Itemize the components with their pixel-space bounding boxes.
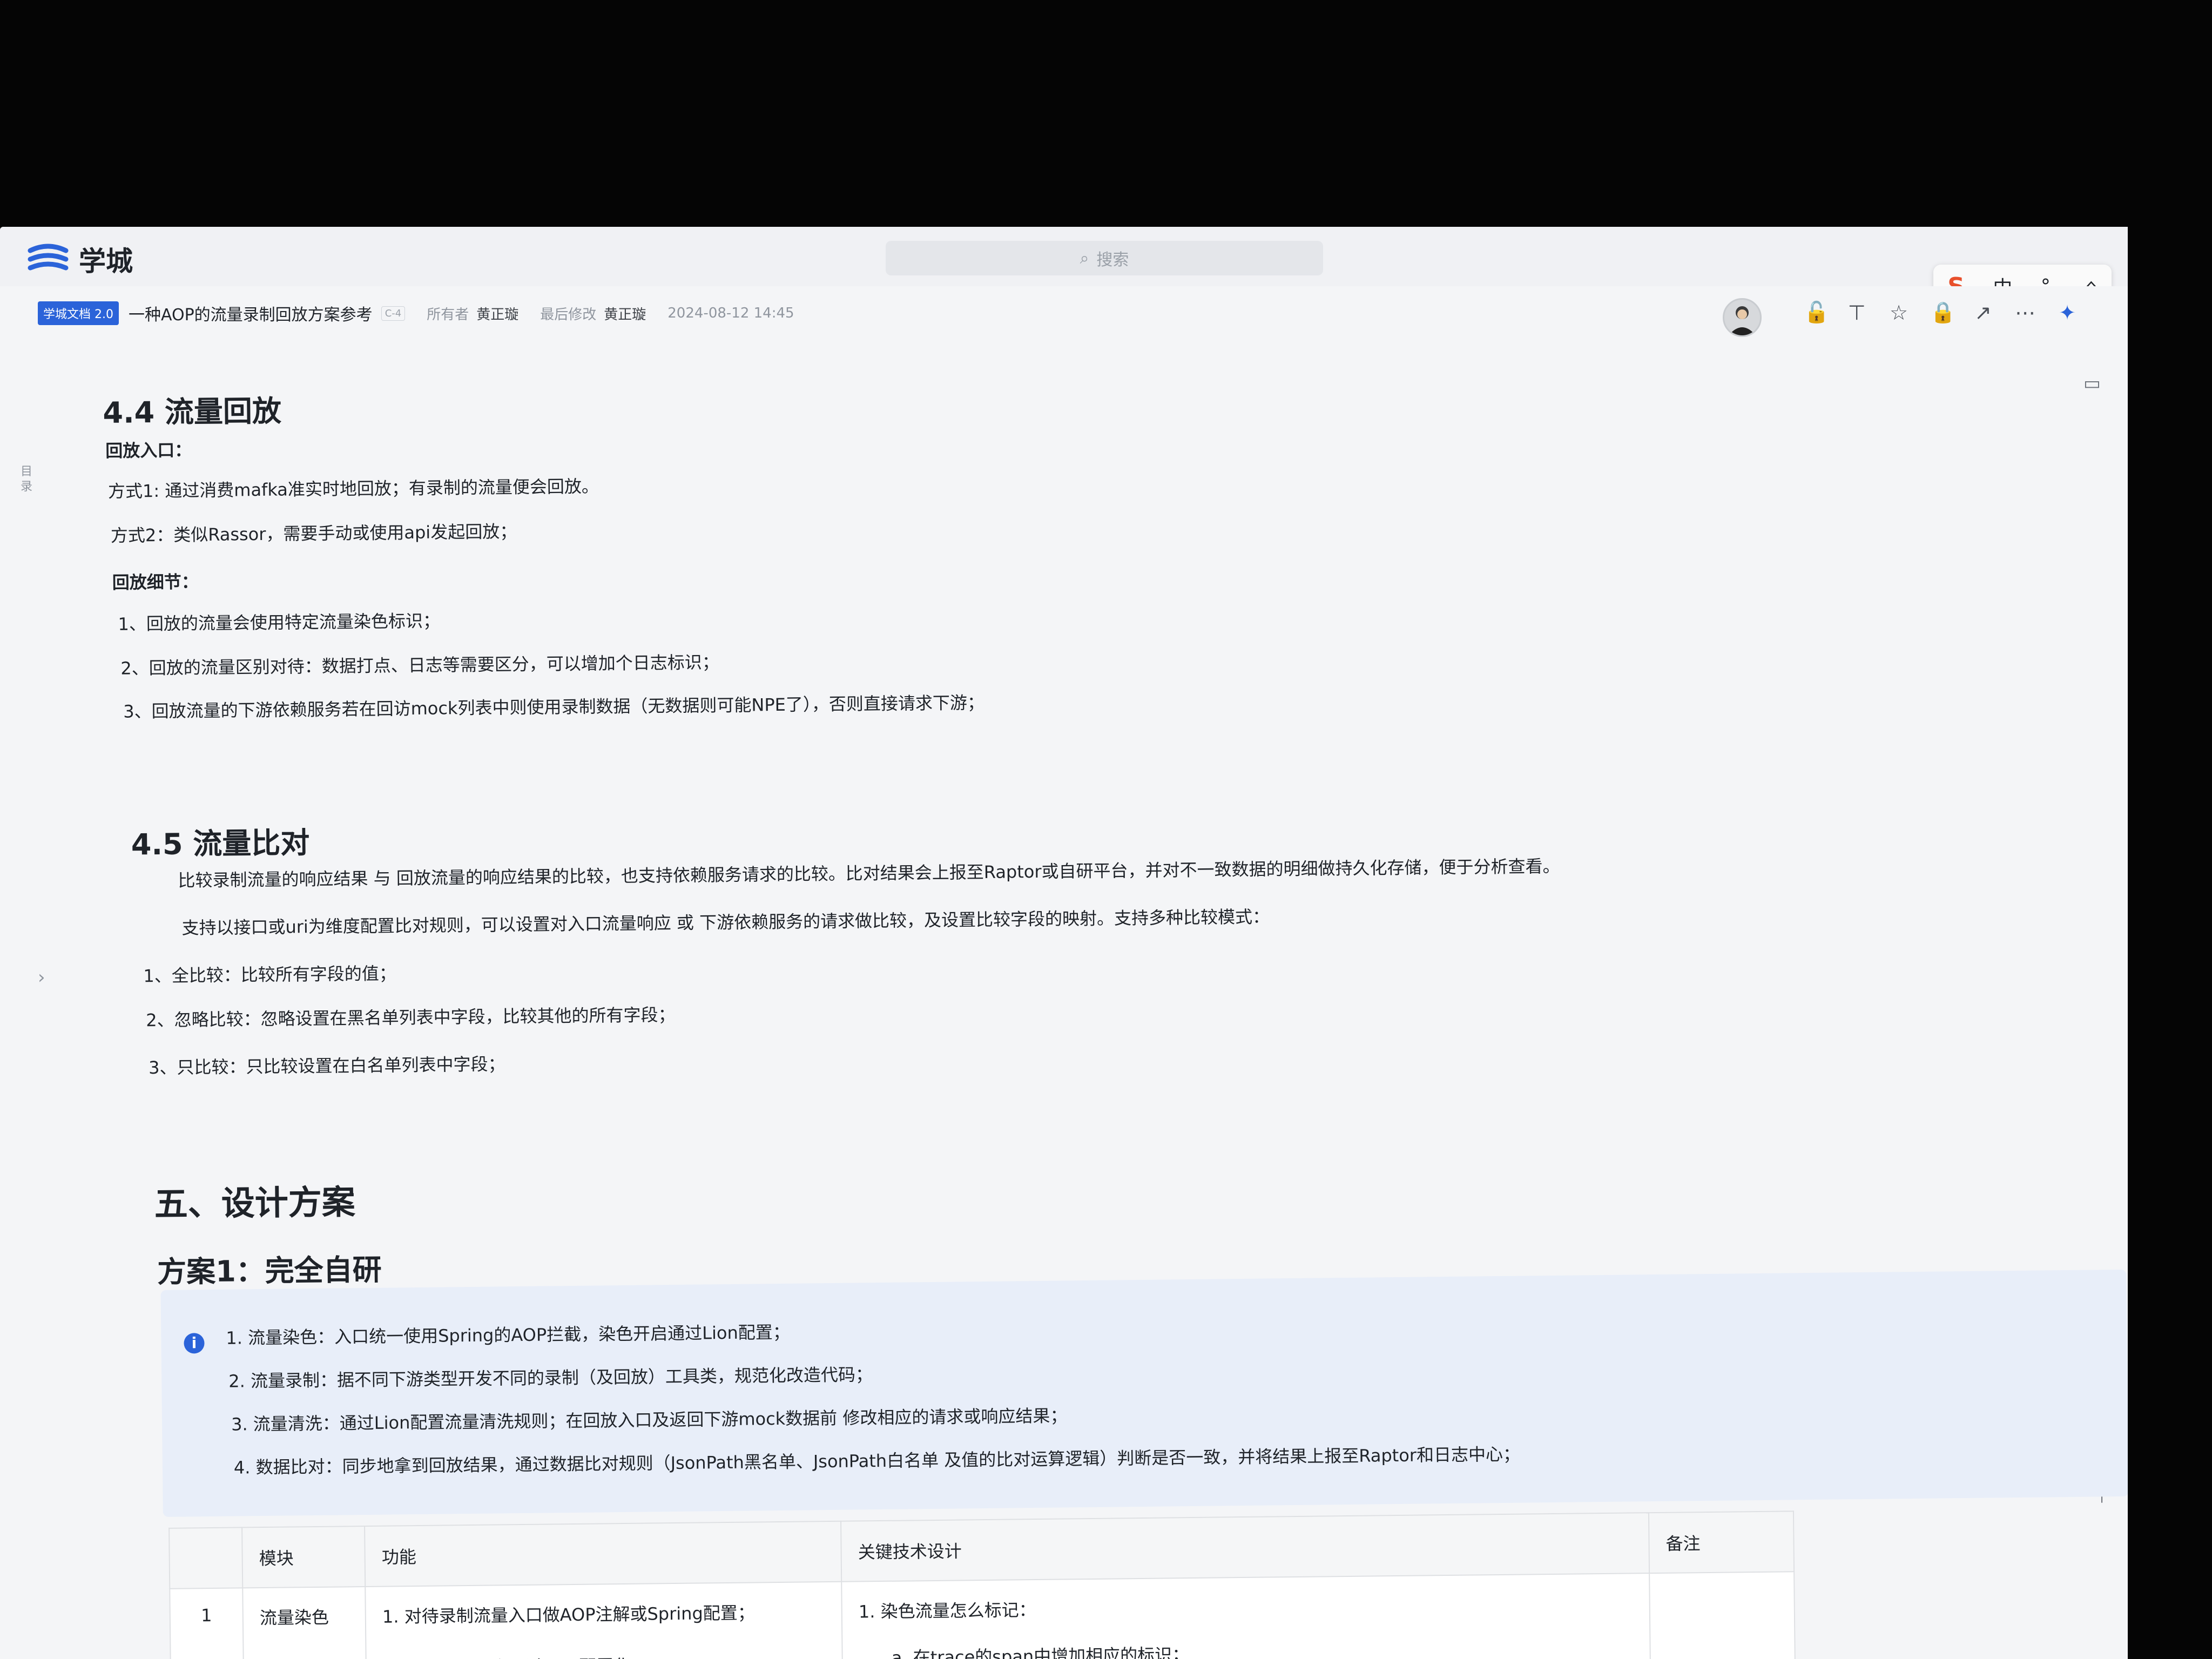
key-design-item-1: 1. 染色流量怎么标记： — [858, 1600, 1036, 1622]
owner-label: 所有者 — [427, 306, 469, 323]
replay-detail-1: 1、回放的流量会使用特定流量染色标识； — [118, 610, 441, 635]
table-header-module: 模块 — [242, 1526, 366, 1588]
search-placeholder: 搜索 — [1096, 251, 1129, 269]
table-header-function: 功能 — [365, 1521, 842, 1587]
comment-icon[interactable]: ▭ — [2083, 373, 2101, 394]
lock-icon[interactable]: 🔓 — [1804, 300, 1829, 325]
modified-time: 2024-08-12 14:45 — [667, 305, 794, 321]
toc-toggle[interactable]: 目录 — [21, 464, 37, 495]
table-cell-note[interactable] — [1649, 1572, 1796, 1659]
table-cell-module[interactable]: 流量染色 — [242, 1587, 367, 1659]
heading-4-4: 4.4 流量回放 — [103, 394, 282, 430]
document-body: 4.4 流量回放 回放入口： 方式1: 通过消费mafka准实时地回放；有录制的… — [103, 368, 2128, 1659]
replay-detail-label: 回放细节： — [112, 571, 199, 593]
document-title[interactable]: 一种AOP的流量录制回放方案参考 — [129, 301, 373, 325]
heading-plan-1: 方案1：完全自研 — [157, 1252, 382, 1290]
heading-design: 五、设计方案 — [154, 1182, 356, 1224]
key-design-item-1a: a. 在trace的span中增加相应的标识； — [891, 1644, 1190, 1659]
table-header-index — [169, 1527, 243, 1589]
callout-item-3: 3. 流量清洗：通过Lion配置流量清洗规则；在回放入口及返回下游mock数据前… — [231, 1405, 1068, 1435]
compare-mode-2: 2、忽略比较：忽略设置在黑名单列表中字段，比较其他的所有字段； — [146, 1004, 676, 1031]
design-table: 模块 功能 关键技术设计 备注 1 流量染色 1. 对待录制流量入口做AOP注解… — [168, 1510, 1796, 1659]
avatar[interactable] — [1723, 298, 1762, 337]
expand-sidebar-icon[interactable]: › — [38, 967, 45, 988]
replay-detail-3: 3、回放流量的下游依赖服务若在回访mock列表中则使用录制数据（无数据则可能NP… — [123, 692, 985, 722]
info-icon: i — [184, 1333, 205, 1354]
ai-sparkle-icon[interactable]: ✦ — [2056, 301, 2078, 325]
replay-detail-2: 2、回放的流量区别对待：数据打点、日志等需要区分，可以增加个日志标识； — [120, 652, 719, 679]
top-bar: 学城 ⌕ 搜索 S 中 °, ⌂ — [0, 227, 2128, 308]
function-item-2: 2. 流量录制开启通过Lion配置化； — [383, 1650, 826, 1659]
document-header: 学城文档 2.0 一种AOP的流量录制回放方案参考 C-4 所有者 黄正璇 最后… — [0, 286, 2128, 340]
xuecheng-logo-icon — [28, 244, 69, 271]
more-icon[interactable]: ⋯ — [2014, 301, 2036, 325]
modified-label: 最后修改 — [540, 306, 597, 323]
table-cell-function[interactable]: 1. 对待录制流量入口做AOP注解或Spring配置； 2. 流量录制开启通过L… — [365, 1581, 843, 1659]
browser-window: 学城 ⌕ 搜索 S 中 °, ⌂ 学城文档 2.0 一种AOP的流量录制回放方案… — [0, 227, 2128, 1659]
app-logo[interactable]: 学城 — [27, 240, 133, 279]
compare-mode-3: 3、只比较：只比较设置在白名单列表中字段； — [148, 1054, 505, 1078]
compare-para-2: 支持以接口或uri为维度配置比对规则，可以设置对入口流量响应 或 下游依赖服务的… — [181, 906, 1270, 939]
user-avatar-icon — [1729, 306, 1756, 335]
pin-icon[interactable]: ⊤ — [1846, 301, 1867, 325]
table-cell-key-design[interactable]: 1. 染色流量怎么标记： a. 在trace的span中增加相应的标识； — [841, 1573, 1651, 1659]
search-input[interactable]: ⌕ 搜索 — [886, 241, 1323, 275]
info-callout: i 1. 流量染色：入口统一使用Spring的AOP拦截，染色开启通过Lion配… — [160, 1269, 2128, 1517]
callout-item-1: 1. 流量染色：入口统一使用Spring的AOP拦截，染色开启通过Lion配置； — [226, 1321, 790, 1348]
share-icon[interactable]: ↗ — [1972, 301, 1994, 325]
replay-entry-2: 方式2：类似Rassor，需要手动或使用api发起回放； — [110, 521, 517, 546]
table-cell-index[interactable]: 1 — [170, 1588, 244, 1659]
version-badge: 学城文档 2.0 — [38, 301, 119, 325]
callout-item-4: 4. 数据比对：同步地拿到回放结果，通过数据比对规则（JsonPath黑名单、J… — [233, 1444, 1521, 1478]
modifier-name[interactable]: 黄正璇 — [604, 304, 646, 323]
replay-entry-label: 回放入口： — [105, 440, 192, 461]
star-icon[interactable]: ☆ — [1888, 301, 1910, 325]
compare-mode-1: 1、全比较：比较所有字段的值； — [143, 963, 396, 987]
table-header-note: 备注 — [1648, 1511, 1795, 1574]
app-name: 学城 — [79, 246, 133, 277]
document-toolbar: 🔓 ⊤ ☆ 🔒 ↗ ⋯ ✦ — [1804, 300, 2078, 325]
callout-item-2: 2. 流量录制：据不同下游类型开发不同的录制（及回放）工具类，规范化改造代码； — [228, 1364, 873, 1392]
security-level-badge: C-4 — [381, 306, 406, 321]
heading-4-5: 4.5 流量比对 — [131, 826, 310, 862]
replay-entry-1: 方式1: 通过消费mafka准实时地回放；有录制的流量便会回放。 — [107, 476, 599, 502]
permission-icon[interactable]: 🔒 — [1930, 300, 1955, 325]
compare-para-1: 比较录制流量的响应结果 与 回放流量的响应结果的比较，也支持依赖服务请求的比较。… — [178, 855, 1560, 891]
table-header-key-design: 关键技术设计 — [841, 1513, 1650, 1582]
search-icon: ⌕ — [1080, 248, 1089, 268]
function-item-1: 1. 对待录制流量入口做AOP注解或Spring配置； — [382, 1602, 755, 1627]
owner-name[interactable]: 黄正璇 — [476, 304, 518, 323]
